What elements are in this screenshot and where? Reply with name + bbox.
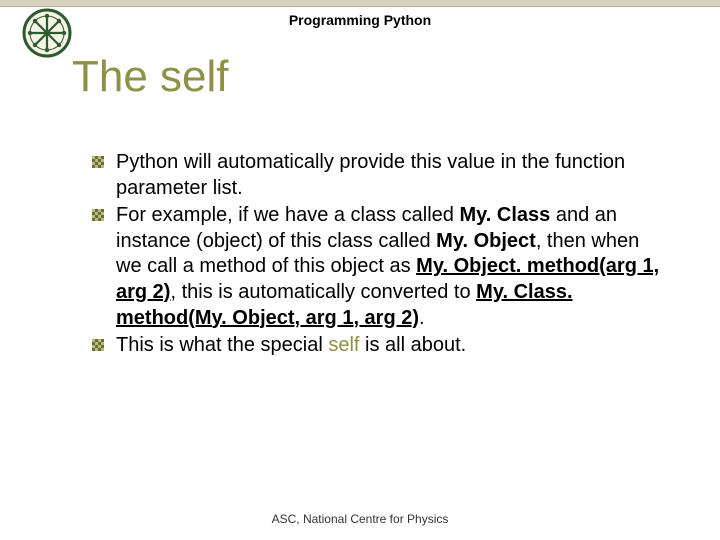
b2-mid3: , this is automatically converted to [170, 281, 476, 303]
b2-class: My. Class [460, 204, 551, 226]
top-bar [0, 0, 720, 7]
b3-prefix: This is what the special [116, 334, 328, 356]
body-content: Python will automatically provide this v… [90, 150, 660, 361]
b2-prefix: For example, if we have a class called [116, 204, 460, 226]
b2-obj: My. Object [436, 230, 536, 252]
slide: Programming Python The self Python will … [0, 0, 720, 540]
bullet-1-text: Python will automatically provide this v… [116, 151, 625, 199]
bullet-1: Python will automatically provide this v… [90, 150, 660, 201]
bullet-2: For example, if we have a class called M… [90, 203, 660, 331]
b3-suffix: is all about. [359, 334, 466, 356]
b3-self: self [328, 334, 359, 356]
slide-title: The self [72, 52, 229, 102]
footer-text: ASC, National Centre for Physics [0, 512, 720, 526]
course-label: Programming Python [0, 12, 720, 28]
bullet-3: This is what the special self is all abo… [90, 333, 660, 359]
b2-end: . [419, 307, 425, 329]
